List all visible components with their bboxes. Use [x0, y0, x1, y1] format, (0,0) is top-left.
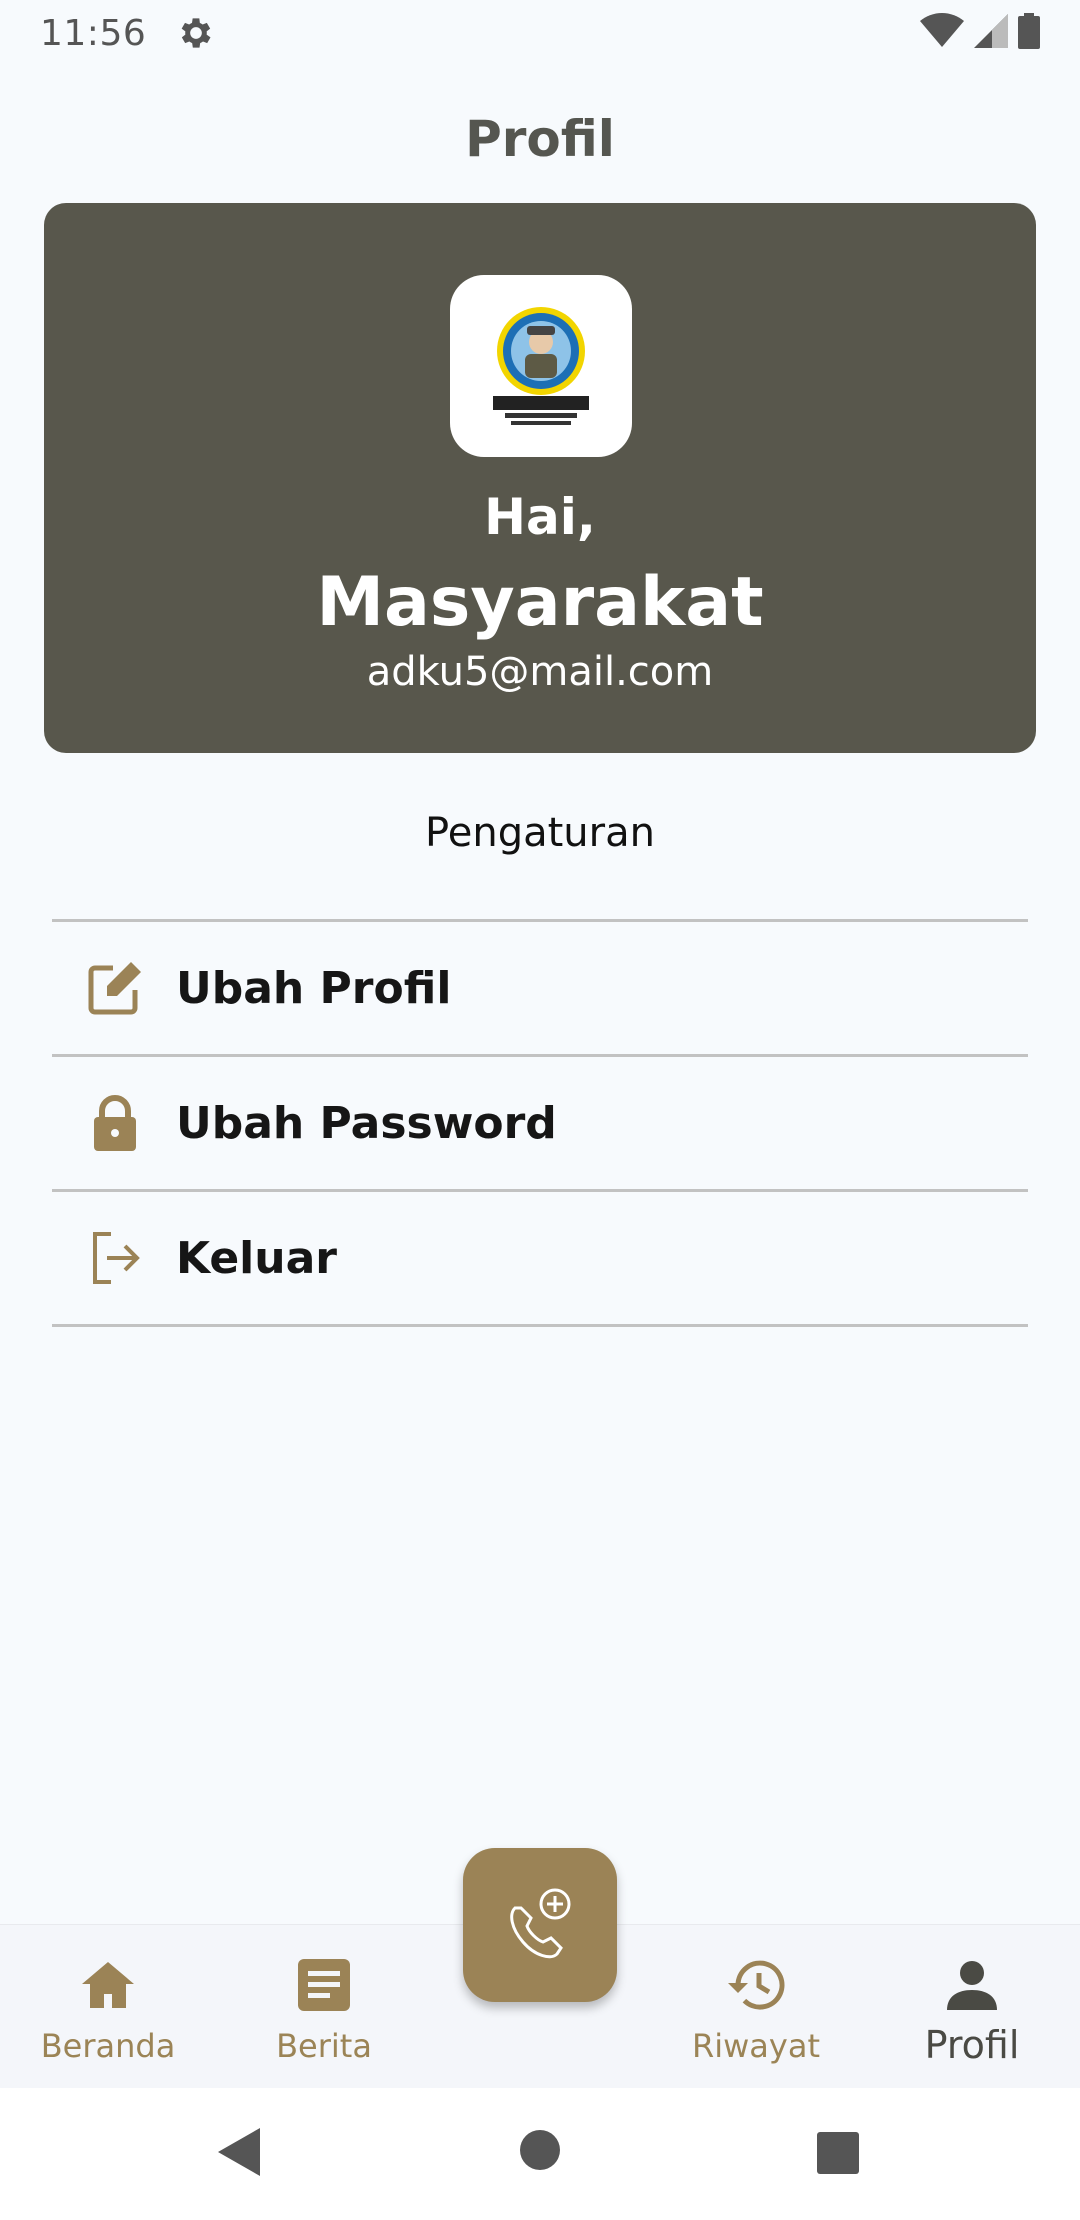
- nav-berita[interactable]: Berita: [216, 1925, 432, 2089]
- nav-label: Berita: [276, 2027, 372, 2065]
- status-time: 11:56: [40, 12, 147, 54]
- gear-icon: [176, 13, 216, 53]
- page-title: Profil: [465, 110, 615, 168]
- nav-label: Riwayat: [692, 2027, 820, 2065]
- logout-item[interactable]: Keluar: [52, 1192, 1028, 1324]
- logout-icon: [52, 1228, 176, 1288]
- menu-label: Ubah Profil: [176, 962, 452, 1014]
- greeting: Hai,: [484, 488, 596, 546]
- nav-profil[interactable]: Profil: [864, 1925, 1080, 2089]
- back-icon[interactable]: [218, 2128, 260, 2180]
- settings-menu: Ubah Profil Ubah Password Keluar: [52, 919, 1028, 1327]
- article-icon: [298, 1955, 350, 2015]
- lock-icon: [52, 1093, 176, 1153]
- wifi-icon: [920, 13, 964, 53]
- system-nav-bar: [0, 2088, 1080, 2220]
- signal-icon: [974, 14, 1008, 52]
- edit-icon: [52, 958, 176, 1018]
- person-icon: [947, 1955, 997, 2015]
- battery-icon: [1018, 13, 1040, 53]
- history-icon: [726, 1955, 786, 2015]
- recents-icon[interactable]: [817, 2132, 859, 2178]
- edit-profile-item[interactable]: Ubah Profil: [52, 922, 1028, 1054]
- status-bar: 11:56: [0, 0, 1080, 66]
- home-icon: [80, 1955, 136, 2015]
- user-email: adku5@mail.com: [366, 649, 714, 695]
- phone-plus-icon: [495, 1878, 585, 1972]
- home-button-icon[interactable]: [520, 2130, 560, 2174]
- status-icons: [920, 13, 1040, 53]
- avatar: [450, 275, 632, 457]
- menu-label: Keluar: [176, 1232, 337, 1284]
- emergency-call-button[interactable]: [463, 1848, 617, 2002]
- profile-card: Hai, Masyarakat adku5@mail.com: [44, 203, 1036, 753]
- nav-beranda[interactable]: Beranda: [0, 1925, 216, 2089]
- nav-riwayat[interactable]: Riwayat: [648, 1925, 864, 2089]
- change-password-item[interactable]: Ubah Password: [52, 1057, 1028, 1189]
- divider: [52, 1324, 1028, 1327]
- nav-label: Profil: [924, 2023, 1020, 2067]
- user-name: Masyarakat: [316, 563, 764, 642]
- menu-label: Ubah Password: [176, 1097, 557, 1149]
- settings-heading: Pengaturan: [425, 810, 655, 856]
- nav-label: Beranda: [40, 2027, 176, 2065]
- app-logo-icon: [493, 307, 589, 425]
